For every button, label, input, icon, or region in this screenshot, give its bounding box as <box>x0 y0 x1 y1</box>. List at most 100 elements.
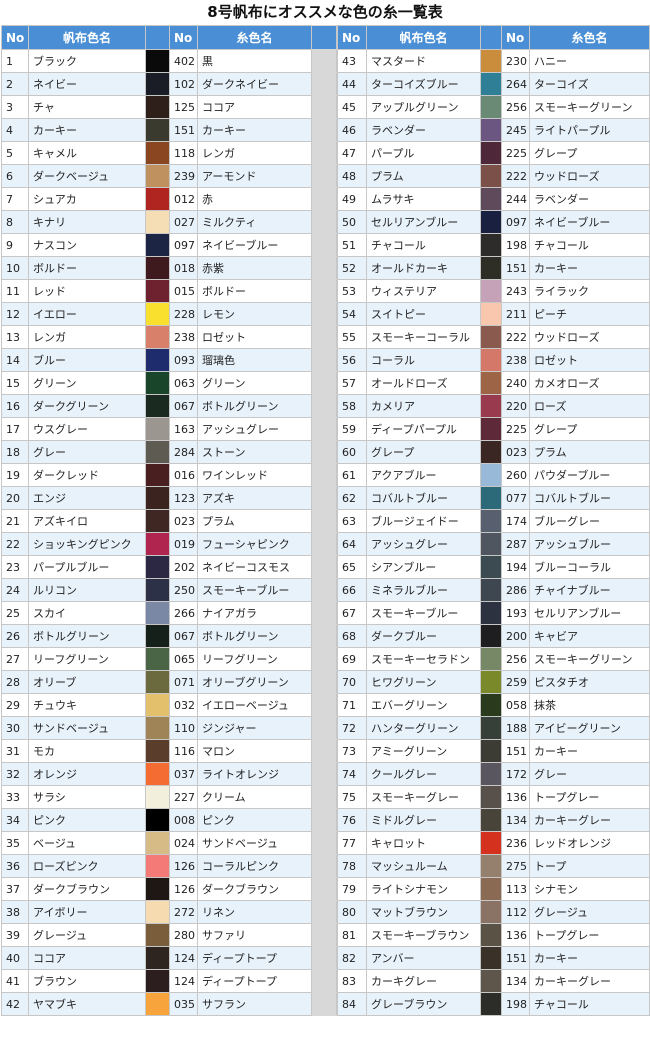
table-row: 77 キャロット 236 レッドオレンジ <box>337 831 650 855</box>
canvas-color-name: キャロット <box>366 831 481 855</box>
swatch <box>145 256 170 280</box>
thread-color-name: グレープ <box>529 141 650 165</box>
canvas-color-name: ココア <box>28 946 146 970</box>
canvas-color-name: ローズピンク <box>28 854 146 878</box>
thread-color-name: オリーブグリーン <box>197 670 312 694</box>
canvas-no-cell: 71 <box>337 693 367 717</box>
swatch <box>145 394 170 418</box>
thread-color-name: プラム <box>197 509 312 533</box>
swatch <box>145 808 170 832</box>
canvas-color-name: ボルドー <box>28 256 146 280</box>
table-row: 38 アイボリー 272 リネン <box>1 900 337 924</box>
swatch <box>480 601 502 625</box>
canvas-color-name: アップルグリーン <box>366 95 481 119</box>
thread-color-name: サファリ <box>197 923 312 947</box>
canvas-color-name: チャコール <box>366 233 481 257</box>
column-gap <box>311 900 337 924</box>
thread-no-cell: 151 <box>501 256 530 280</box>
table-row: 82 アンバー 151 カーキー <box>337 946 650 970</box>
canvas-no-cell: 82 <box>337 946 367 970</box>
thread-color-name: トープ <box>529 854 650 878</box>
swatch <box>145 118 170 142</box>
canvas-color-name: ボトルグリーン <box>28 624 146 648</box>
swatch <box>145 716 170 740</box>
thread-no-cell: 008 <box>169 808 198 832</box>
table-row: 49 ムラサキ 244 ラベンダー <box>337 187 650 211</box>
thread-no-cell: 222 <box>501 325 530 349</box>
thread-color-name: ブルーグレー <box>529 509 650 533</box>
swatch <box>480 785 502 809</box>
canvas-no-cell: 75 <box>337 785 367 809</box>
table-row: 19 ダークレッド 016 ワインレッド <box>1 463 337 487</box>
swatch <box>145 762 170 786</box>
thread-no-cell: 202 <box>169 555 198 579</box>
canvas-no-cell: 14 <box>1 348 29 372</box>
canvas-no-cell: 33 <box>1 785 29 809</box>
canvas-color-name: ナスコン <box>28 233 146 257</box>
canvas-no-cell: 60 <box>337 440 367 464</box>
swatch <box>145 348 170 372</box>
canvas-color-name: ヒワグリーン <box>366 670 481 694</box>
thread-color-name: ストーン <box>197 440 312 464</box>
canvas-color-name: アッシュグレー <box>366 532 481 556</box>
thread-color-name: ジンジャー <box>197 716 312 740</box>
thread-color-name: 瑠璃色 <box>197 348 312 372</box>
thread-no-cell: 134 <box>501 969 530 993</box>
canvas-no-cell: 10 <box>1 256 29 280</box>
swatch <box>145 325 170 349</box>
canvas-no-cell: 50 <box>337 210 367 234</box>
canvas-color-name: ダークブラウン <box>28 877 146 901</box>
canvas-color-name: ネイビー <box>28 72 146 96</box>
table-row: 53 ウィステリア 243 ライラック <box>337 279 650 303</box>
table-row: 21 アズキイロ 023 プラム <box>1 509 337 533</box>
swatch <box>145 555 170 579</box>
swatch <box>480 946 502 970</box>
thread-no-cell: 065 <box>169 647 198 671</box>
thread-color-name: ボトルグリーン <box>197 394 312 418</box>
table-row: 61 アクアブルー 260 パウダーブルー <box>337 463 650 487</box>
column-gap <box>311 923 337 947</box>
canvas-no-cell: 56 <box>337 348 367 372</box>
swatch <box>145 440 170 464</box>
canvas-color-name: エバーグリーン <box>366 693 481 717</box>
thread-color-name: カーキー <box>197 118 312 142</box>
table-row: 12 イエロー 228 レモン <box>1 302 337 326</box>
table-row: 47 パープル 225 グレープ <box>337 141 650 165</box>
thread-no-cell: 032 <box>169 693 198 717</box>
canvas-color-name: パープルブルー <box>28 555 146 579</box>
thread-color-name: ピスタチオ <box>529 670 650 694</box>
thread-no-cell: 067 <box>169 624 198 648</box>
canvas-color-name: グレージュ <box>28 923 146 947</box>
table-row: 81 スモーキーブラウン 136 トープグレー <box>337 923 650 947</box>
canvas-no-cell: 54 <box>337 302 367 326</box>
canvas-no-cell: 73 <box>337 739 367 763</box>
canvas-no-cell: 70 <box>337 670 367 694</box>
thread-color-name: ネイビーブルー <box>529 210 650 234</box>
thread-color-name: プラム <box>529 440 650 464</box>
thread-no-cell: 245 <box>501 118 530 142</box>
column-gap <box>311 670 337 694</box>
header-canvas-color: 帆布色名 <box>366 25 481 50</box>
canvas-color-name: ピンク <box>28 808 146 832</box>
swatch <box>145 831 170 855</box>
column-gap <box>311 463 337 487</box>
canvas-color-name: ブルー <box>28 348 146 372</box>
swatch <box>480 739 502 763</box>
swatch <box>480 762 502 786</box>
canvas-color-name: オリーブ <box>28 670 146 694</box>
thread-color-name: セルリアンブルー <box>529 601 650 625</box>
swatch <box>480 141 502 165</box>
table-row: 69 スモーキーセラドン 256 スモーキーグリーン <box>337 647 650 671</box>
canvas-color-name: ルリコン <box>28 578 146 602</box>
column-gap <box>311 49 337 73</box>
table-row: 27 リーフグリーン 065 リーフグリーン <box>1 647 337 671</box>
canvas-no-cell: 24 <box>1 578 29 602</box>
swatch <box>145 417 170 441</box>
canvas-color-name: コバルトブルー <box>366 486 481 510</box>
canvas-no-cell: 6 <box>1 164 29 188</box>
table-row: 54 スイトピー 211 ピーチ <box>337 302 650 326</box>
canvas-no-cell: 22 <box>1 532 29 556</box>
canvas-color-name: スモーキーセラドン <box>366 647 481 671</box>
thread-no-cell: 260 <box>501 463 530 487</box>
swatch <box>480 555 502 579</box>
